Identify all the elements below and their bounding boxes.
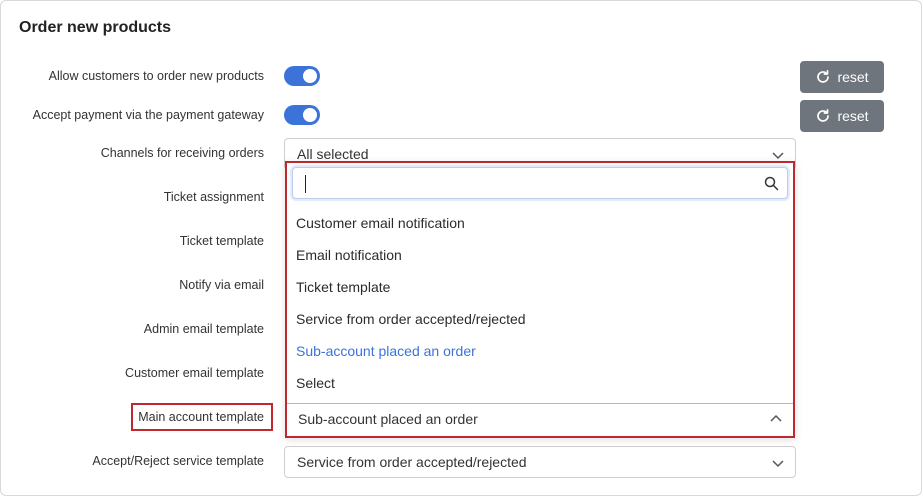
dropdown-option[interactable]: Service from order accepted/rejected — [296, 311, 526, 327]
accept-payment-toggle[interactable] — [284, 105, 320, 125]
section-title: Order new products — [19, 19, 172, 36]
dropdown-option[interactable]: Email notification — [296, 247, 402, 263]
dropdown-search[interactable] — [292, 167, 788, 199]
accept-payment-label: Accept payment via the payment gateway — [32, 108, 264, 122]
notify-email-label: Notify via email — [179, 278, 264, 292]
refresh-icon — [817, 69, 830, 83]
allow-order-reset-button[interactable]: reset — [800, 61, 884, 93]
customer-email-template-label: Customer email template — [125, 366, 264, 380]
chevron-down-icon — [772, 460, 784, 468]
allow-order-toggle[interactable] — [284, 66, 320, 86]
ticket-assignment-label: Ticket assignment — [163, 190, 264, 204]
channels-value: All selected — [297, 146, 369, 162]
main-account-template-select[interactable]: Sub-account placed an order — [287, 403, 793, 436]
reset-label: reset — [837, 69, 869, 85]
accept-reject-template-label: Accept/Reject service template — [92, 454, 264, 468]
accept-reject-template-select[interactable]: Service from order accepted/rejected — [284, 446, 796, 478]
main-account-label-highlight — [131, 403, 273, 431]
chevron-up-icon — [770, 414, 782, 422]
allow-order-label: Allow customers to order new products — [48, 69, 264, 83]
reset-label: reset — [837, 108, 869, 124]
dropdown-option[interactable]: Customer email notification — [296, 215, 465, 231]
admin-email-template-label: Admin email template — [143, 322, 264, 336]
accept-reject-template-value: Service from order accepted/rejected — [297, 454, 527, 470]
main-account-template-value: Sub-account placed an order — [298, 411, 478, 427]
main-account-template-dropdown: Customer email notification Email notifi… — [285, 161, 795, 438]
order-new-products-panel: Order new products Allow customers to or… — [0, 0, 922, 496]
dropdown-option-selected[interactable]: Sub-account placed an order — [296, 343, 476, 359]
channels-label: Channels for receiving orders — [100, 146, 264, 160]
search-icon — [764, 176, 779, 191]
ticket-template-label: Ticket template — [179, 234, 264, 248]
refresh-icon — [817, 108, 830, 122]
dropdown-option[interactable]: Ticket template — [296, 279, 390, 295]
dropdown-search-input[interactable] — [301, 173, 745, 195]
accept-payment-reset-button[interactable]: reset — [800, 100, 884, 132]
chevron-down-icon — [772, 152, 784, 160]
dropdown-option[interactable]: Select — [296, 375, 335, 391]
